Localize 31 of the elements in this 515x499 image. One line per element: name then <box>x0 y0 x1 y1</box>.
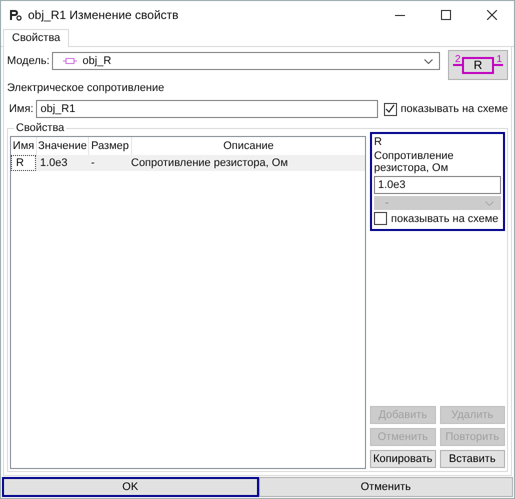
chevron-icon <box>424 58 433 64</box>
column-header[interactable]: Описание <box>132 137 365 155</box>
app-icon <box>8 9 22 21</box>
close-icon[interactable] <box>487 10 497 20</box>
model-description: Электрическое сопротивление <box>7 82 166 94</box>
property-description: Сопротивление резистора, Ом <box>374 150 455 174</box>
field-label: Модель: <box>7 55 50 67</box>
dialog-button[interactable]: Отменить <box>258 477 513 497</box>
action-button[interactable]: Копировать <box>370 450 436 468</box>
tab[interactable]: Свойства <box>3 29 70 47</box>
show-on-schematic-checkbox[interactable]: показывать на схеме <box>384 102 508 116</box>
value-field[interactable]: 1.0e3 <box>374 176 501 194</box>
property-name: R <box>374 136 383 148</box>
name-field[interactable]: obj_R1 <box>36 100 378 118</box>
dialog-button[interactable]: OK <box>2 477 258 497</box>
model-icon <box>62 57 77 65</box>
group-title: Свойства <box>15 122 66 134</box>
table-cell-text: - <box>90 156 96 171</box>
table-cell: R <box>11 155 36 171</box>
table-row[interactable]: R 1.0e3 - Сопротивление резистора, Ом <box>11 155 365 171</box>
model-dropdown[interactable]: obj_R <box>52 52 440 70</box>
table-cell-text: Сопротивление резистора, Ом <box>130 156 289 171</box>
window-title: obj_R1 Изменение свойств <box>28 8 179 22</box>
check-icon <box>385 104 396 114</box>
action-button[interactable]: Вставить <box>440 450 505 468</box>
field-label: Имя: <box>9 103 34 115</box>
show-on-schematic-checkbox[interactable]: показывать на схеме <box>374 212 501 225</box>
maximize-icon[interactable] <box>441 10 451 20</box>
table-cell-text: 1.0e3 <box>39 156 69 171</box>
symbol-preview-button[interactable]: 2 R 1 <box>448 50 508 80</box>
chevron-icon <box>485 200 494 206</box>
